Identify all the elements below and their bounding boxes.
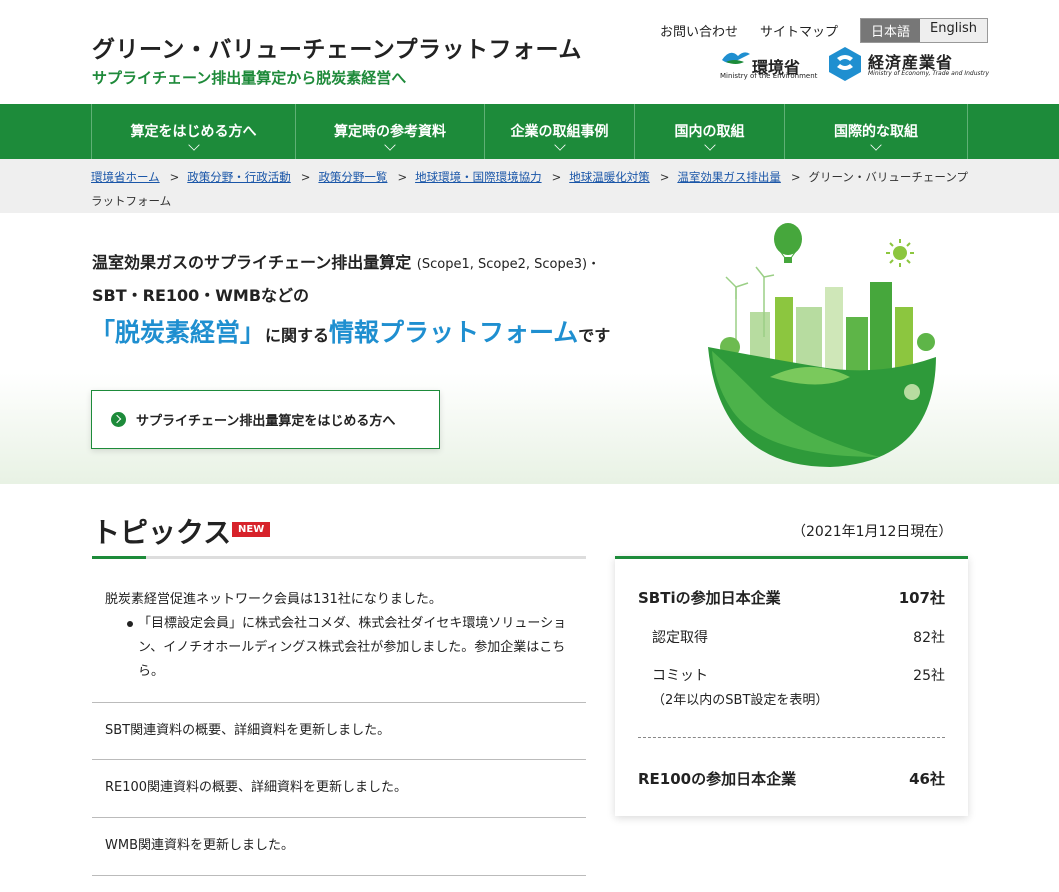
breadcrumb-separator: > bbox=[659, 170, 670, 184]
chevron-down-icon bbox=[703, 139, 716, 151]
topics-heading: トピックス bbox=[92, 516, 232, 549]
breadcrumb-link[interactable]: 地球環境・国際環境協力 bbox=[415, 170, 542, 184]
breadcrumb-link[interactable]: 温室効果ガス排出量 bbox=[677, 170, 781, 184]
breadcrumb-link[interactable]: 環境省ホーム bbox=[91, 170, 160, 184]
breadcrumb-link[interactable]: 地球温暖化対策 bbox=[569, 170, 650, 184]
certified-label: 認定取得 bbox=[652, 630, 708, 646]
nav-item-reference-materials[interactable]: 算定時の参考資料 bbox=[296, 104, 485, 159]
hero-line-1: 温室効果ガスのサプライチェーン排出量算定 (Scope1, Scope2, Sc… bbox=[92, 253, 601, 272]
re100-value: 46社 bbox=[909, 770, 945, 788]
topic-text[interactable]: WMB関連資料を更新しました。 bbox=[92, 834, 586, 858]
hero-line-2: SBT・RE100・WMBなどの bbox=[92, 286, 310, 305]
topic-text: 脱炭素経営促進ネットワーク会員は131社になりました。 bbox=[105, 592, 442, 607]
nav-item-getting-started[interactable]: 算定をはじめる方へ bbox=[92, 104, 296, 159]
chevron-down-icon bbox=[384, 139, 396, 151]
chevron-down-icon bbox=[553, 139, 566, 151]
topics-divider bbox=[92, 556, 586, 559]
stats-divider bbox=[638, 737, 945, 738]
breadcrumb-link[interactable]: 政策分野一覧 bbox=[318, 170, 387, 184]
sitemap-link[interactable]: サイトマップ bbox=[760, 21, 838, 40]
re100-row: RE100の参加日本企業 46社 bbox=[638, 768, 945, 789]
moe-emblem-icon bbox=[722, 52, 750, 64]
meti-emblem-icon bbox=[829, 47, 861, 81]
topic-text[interactable]: RE100関連資料の概要、詳細資料を更新しました。 bbox=[92, 776, 586, 800]
breadcrumb-separator: > bbox=[551, 170, 562, 184]
commit-value: 25社 bbox=[913, 668, 945, 684]
nav-item-case-studies[interactable]: 企業の取組事例 bbox=[485, 104, 635, 159]
moe-logo[interactable]: 環境省 Ministry of the Environment bbox=[718, 46, 818, 82]
nav-item-international[interactable]: 国際的な取組 bbox=[785, 104, 968, 159]
breadcrumb-separator: > bbox=[790, 170, 801, 184]
breadcrumb-separator: > bbox=[300, 170, 311, 184]
re100-label: RE100の参加日本企業 bbox=[638, 770, 797, 788]
breadcrumb: 環境省ホーム > 政策分野・行政活動 > 政策分野一覧 > 地球環境・国際環境協力 > 地球温暖… bbox=[0, 159, 1059, 213]
topic-bullet[interactable]: 「目標設定会員」に株式会社コメダ、株式会社ダイセキ環境ソリューション、イノチオホ… bbox=[114, 612, 586, 684]
commit-note: （2年以内のSBT設定を表明） bbox=[652, 693, 829, 708]
lang-ja-button[interactable]: 日本語 bbox=[861, 19, 921, 42]
commit-label: コミット bbox=[652, 668, 708, 684]
chevron-down-icon bbox=[870, 139, 882, 151]
topic-item: WMB関連資料を更新しました。 bbox=[92, 818, 586, 876]
arrow-right-circle-icon bbox=[111, 412, 126, 427]
breadcrumb-separator: > bbox=[169, 170, 180, 184]
commit-row: コミット 25社 bbox=[638, 665, 945, 685]
global-nav: 算定をはじめる方へ 算定時の参考資料 企業の取組事例 国内の取組 国際的な取組 bbox=[0, 104, 1059, 159]
site-title[interactable]: グリーン・バリューチェーンプラットフォーム bbox=[92, 30, 582, 64]
topic-text[interactable]: SBT関連資料の概要、詳細資料を更新しました。 bbox=[92, 719, 586, 743]
sbti-row: SBTiの参加日本企業 107社 bbox=[638, 587, 945, 608]
nav-item-label: 国際的な取組 bbox=[834, 124, 918, 140]
new-badge: NEW bbox=[232, 522, 271, 537]
chevron-down-icon bbox=[187, 139, 200, 151]
cta-label: サプライチェーン排出量算定をはじめる方へ bbox=[136, 414, 396, 429]
language-switcher: 日本語 English bbox=[860, 18, 988, 43]
stats-as-of-date: （2021年1月12日現在） bbox=[792, 524, 953, 540]
topic-item: RE100関連資料の概要、詳細資料を更新しました。 bbox=[92, 760, 586, 818]
breadcrumb-separator: > bbox=[397, 170, 408, 184]
contact-link[interactable]: お問い合わせ bbox=[660, 21, 738, 40]
certified-row: 認定取得 82社 bbox=[638, 627, 945, 647]
participation-stats-panel: SBTiの参加日本企業 107社 認定取得 82社 コミット 25社 （2年以内… bbox=[615, 556, 968, 816]
site-subtitle: サプライチェーン排出量算定から脱炭素経営へ bbox=[92, 69, 407, 87]
hero-line-3: 「脱炭素経営」に関する情報プラットフォームです bbox=[90, 318, 611, 347]
hero-banner: 温室効果ガスのサプライチェーン排出量算定 (Scope1, Scope2, Sc… bbox=[0, 213, 1059, 484]
meti-logo-english: Ministry of Economy, Trade and Industry bbox=[868, 70, 990, 77]
sbti-label: SBTiの参加日本企業 bbox=[638, 589, 781, 607]
meti-logo[interactable]: 経済産業省 Ministry of Economy, Trade and Ind… bbox=[828, 46, 989, 82]
topic-item: SBT関連資料の概要、詳細資料を更新しました。 bbox=[92, 703, 586, 760]
nav-item-domestic[interactable]: 国内の取組 bbox=[635, 104, 785, 159]
utility-links: お問い合わせ サイトマップ 日本語 English bbox=[660, 18, 988, 43]
lang-en-button[interactable]: English bbox=[920, 19, 987, 42]
green-city-leaf-illustration bbox=[708, 223, 936, 467]
topic-item: 脱炭素経営促進ネットワーク会員は131社になりました。 「目標設定会員」に株式会… bbox=[92, 588, 586, 703]
breadcrumb-link[interactable]: 政策分野・行政活動 bbox=[187, 170, 291, 184]
certified-value: 82社 bbox=[913, 630, 945, 646]
nav-item-label: 算定時の参考資料 bbox=[334, 124, 446, 140]
site-header: グリーン・バリューチェーンプラットフォーム サプライチェーン排出量算定から脱炭素… bbox=[0, 0, 1059, 104]
getting-started-cta-button[interactable]: サプライチェーン排出量算定をはじめる方へ bbox=[91, 390, 440, 449]
sbti-value: 107社 bbox=[898, 589, 945, 607]
moe-logo-english: Ministry of the Environment bbox=[720, 72, 818, 80]
